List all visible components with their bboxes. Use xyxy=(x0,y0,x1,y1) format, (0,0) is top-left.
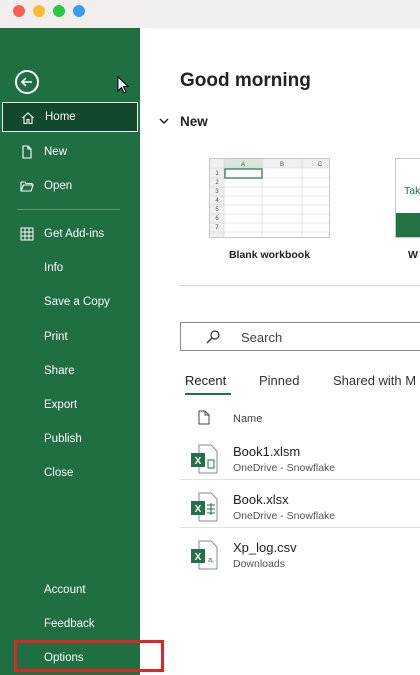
search-icon xyxy=(206,330,220,344)
greeting-title: Good morning xyxy=(180,70,311,91)
mouse-pointer-icon xyxy=(117,76,129,94)
sidebar-item-label: Account xyxy=(44,584,86,596)
tab-pinned[interactable]: Pinned xyxy=(259,373,299,388)
second-template[interactable]: Tak xyxy=(395,158,420,238)
sidebar-item-export[interactable]: Export xyxy=(0,390,140,420)
second-template-label: W xyxy=(408,249,418,261)
new-section-title: New xyxy=(180,114,208,129)
window-extra-button[interactable] xyxy=(73,5,85,17)
svg-text:X: X xyxy=(195,504,202,515)
column-header: B xyxy=(280,162,284,168)
add-ins-grid-icon xyxy=(20,227,34,241)
chevron-down-icon xyxy=(159,118,169,125)
sidebar-item-new[interactable]: New xyxy=(0,137,140,167)
svg-text:X: X xyxy=(195,552,202,563)
sidebar-item-label: Print xyxy=(44,331,68,343)
options-highlight-box xyxy=(14,640,164,672)
sidebar-item-label: Info xyxy=(44,262,64,274)
backstage-sidebar: Home New Open Get Add-ins Info Save a Co… xyxy=(0,28,140,675)
column-header: C xyxy=(318,162,323,168)
sidebar-item-label: Publish xyxy=(44,433,82,445)
svg-text:X: X xyxy=(195,456,202,467)
csv-file-icon: X a, xyxy=(191,540,218,570)
sidebar-item-label: Share xyxy=(44,365,75,377)
sidebar-item-open[interactable]: Open xyxy=(0,171,140,201)
file-name: Xp_log.csv xyxy=(233,540,297,555)
minimize-window-button[interactable] xyxy=(33,5,45,17)
sidebar-item-home[interactable]: Home xyxy=(2,102,138,132)
sidebar-item-get-add-ins[interactable]: Get Add-ins xyxy=(0,219,140,249)
tab-shared-with-me[interactable]: Shared with M xyxy=(333,373,416,388)
sidebar-item-info[interactable]: Info xyxy=(0,253,140,283)
file-type-header-icon xyxy=(198,410,210,425)
search-input[interactable]: Search xyxy=(180,322,420,351)
sidebar-item-feedback[interactable]: Feedback xyxy=(0,609,140,639)
folder-open-icon xyxy=(20,181,34,192)
sidebar-item-close[interactable]: Close xyxy=(0,458,140,488)
blank-workbook-template[interactable]: A B C 1 2 3 4 5 6 7 xyxy=(209,158,330,238)
row-divider xyxy=(180,479,420,480)
sidebar-item-label: Close xyxy=(44,467,74,479)
zoom-window-button[interactable] xyxy=(53,5,65,17)
file-name: Book1.xlsm xyxy=(233,444,301,459)
sidebar-item-label: Save a Copy xyxy=(44,296,110,308)
row-divider xyxy=(180,527,420,528)
file-location: OneDrive - Snowflake xyxy=(233,462,336,474)
title-bar xyxy=(0,0,420,28)
sidebar-item-label: Get Add-ins xyxy=(44,228,105,240)
sidebar-item-print[interactable]: Print xyxy=(0,322,140,352)
template-preview-band xyxy=(396,213,420,237)
section-divider xyxy=(180,285,420,286)
sidebar-item-publish[interactable]: Publish xyxy=(0,424,140,454)
excel-macro-file-icon: X xyxy=(191,444,218,474)
sidebar-item-label: Export xyxy=(44,399,78,411)
file-location: OneDrive - Snowflake xyxy=(233,510,336,522)
template-preview-text: Tak xyxy=(404,185,420,197)
back-arrow-circle-icon[interactable] xyxy=(15,70,39,94)
file-location: Downloads xyxy=(233,558,285,570)
tab-recent[interactable]: Recent xyxy=(185,373,226,388)
file-name: Book.xlsx xyxy=(233,492,289,507)
new-document-icon xyxy=(22,145,32,159)
file-row[interactable]: X a, Xp_log.csv Downloads xyxy=(180,538,420,582)
sidebar-item-label: Feedback xyxy=(44,618,95,630)
blank-workbook-label: Blank workbook xyxy=(228,249,311,261)
sidebar-item-label: Open xyxy=(44,180,73,192)
close-window-button[interactable] xyxy=(13,5,25,17)
sidebar-item-label: Home xyxy=(45,111,76,123)
active-tab-indicator xyxy=(185,393,231,395)
sidebar-item-share[interactable]: Share xyxy=(0,356,140,386)
sidebar-divider xyxy=(17,209,120,210)
svg-text:a,: a, xyxy=(208,557,214,564)
sidebar-item-label: New xyxy=(44,146,68,158)
sidebar-item-save-a-copy[interactable]: Save a Copy xyxy=(0,287,140,317)
name-column-header[interactable]: Name xyxy=(233,413,262,425)
sidebar-item-account[interactable]: Account xyxy=(0,575,140,605)
search-placeholder: Search xyxy=(241,330,283,345)
home-icon xyxy=(22,112,34,125)
spreadsheet-grid-preview: A B C 1 2 3 4 5 6 7 xyxy=(210,159,329,237)
excel-file-icon: X xyxy=(191,492,218,522)
column-header: A xyxy=(241,162,245,168)
